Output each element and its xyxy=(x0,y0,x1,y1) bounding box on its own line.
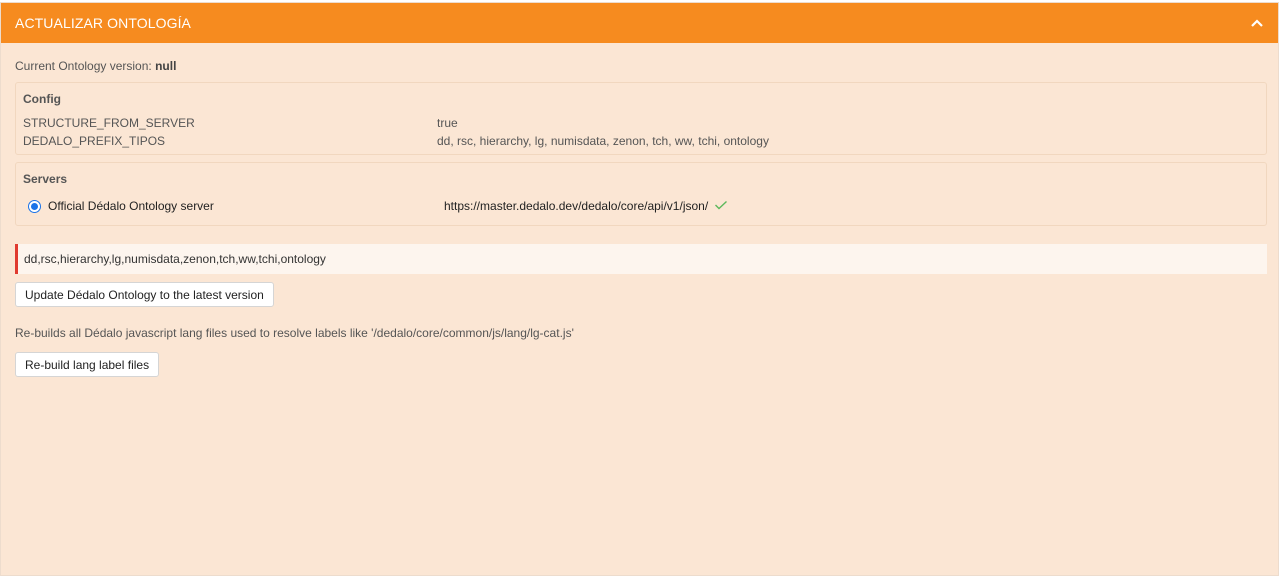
version-label: Current Ontology version: xyxy=(15,59,152,73)
server-label: Official Dédalo Ontology server xyxy=(48,199,214,213)
config-value: true xyxy=(437,116,458,130)
server-option[interactable]: Official Dédalo Ontology server xyxy=(28,199,214,213)
config-key: STRUCTURE_FROM_SERVER xyxy=(23,116,195,130)
update-ontology-button[interactable]: Update Dédalo Ontology to the latest ver… xyxy=(15,282,274,307)
server-radio[interactable] xyxy=(28,199,41,213)
check-icon xyxy=(714,199,728,213)
servers-box: Servers Official Dédalo Ontology server … xyxy=(15,162,1267,226)
version-value: null xyxy=(155,59,177,73)
rebuild-description: Re-builds all Dédalo javascript lang fil… xyxy=(15,326,574,340)
prefix-tipos-input[interactable]: dd,rsc,hierarchy,lg,numisdata,zenon,tch,… xyxy=(15,244,1267,274)
rebuild-lang-button[interactable]: Re-build lang label files xyxy=(15,352,160,377)
panel-header[interactable]: ACTUALIZAR ONTOLOGÍA xyxy=(1,3,1278,43)
ontology-update-panel: ACTUALIZAR ONTOLOGÍA Current Ontology ve… xyxy=(0,2,1279,576)
config-box: Config STRUCTURE_FROM_SERVER true DEDALO… xyxy=(15,82,1267,155)
servers-title: Servers xyxy=(23,172,68,186)
chevron-up-icon[interactable] xyxy=(1250,16,1264,30)
config-title: Config xyxy=(23,92,61,106)
ontology-version: Current Ontology version: null xyxy=(15,59,176,73)
config-value: dd, rsc, hierarchy, lg, numisdata, zenon… xyxy=(437,134,769,148)
server-url: https://master.dedalo.dev/dedalo/core/ap… xyxy=(444,199,709,213)
panel-title: ACTUALIZAR ONTOLOGÍA xyxy=(15,15,191,31)
config-key: DEDALO_PREFIX_TIPOS xyxy=(23,134,166,148)
server-url-line: https://master.dedalo.dev/dedalo/core/ap… xyxy=(444,199,728,213)
